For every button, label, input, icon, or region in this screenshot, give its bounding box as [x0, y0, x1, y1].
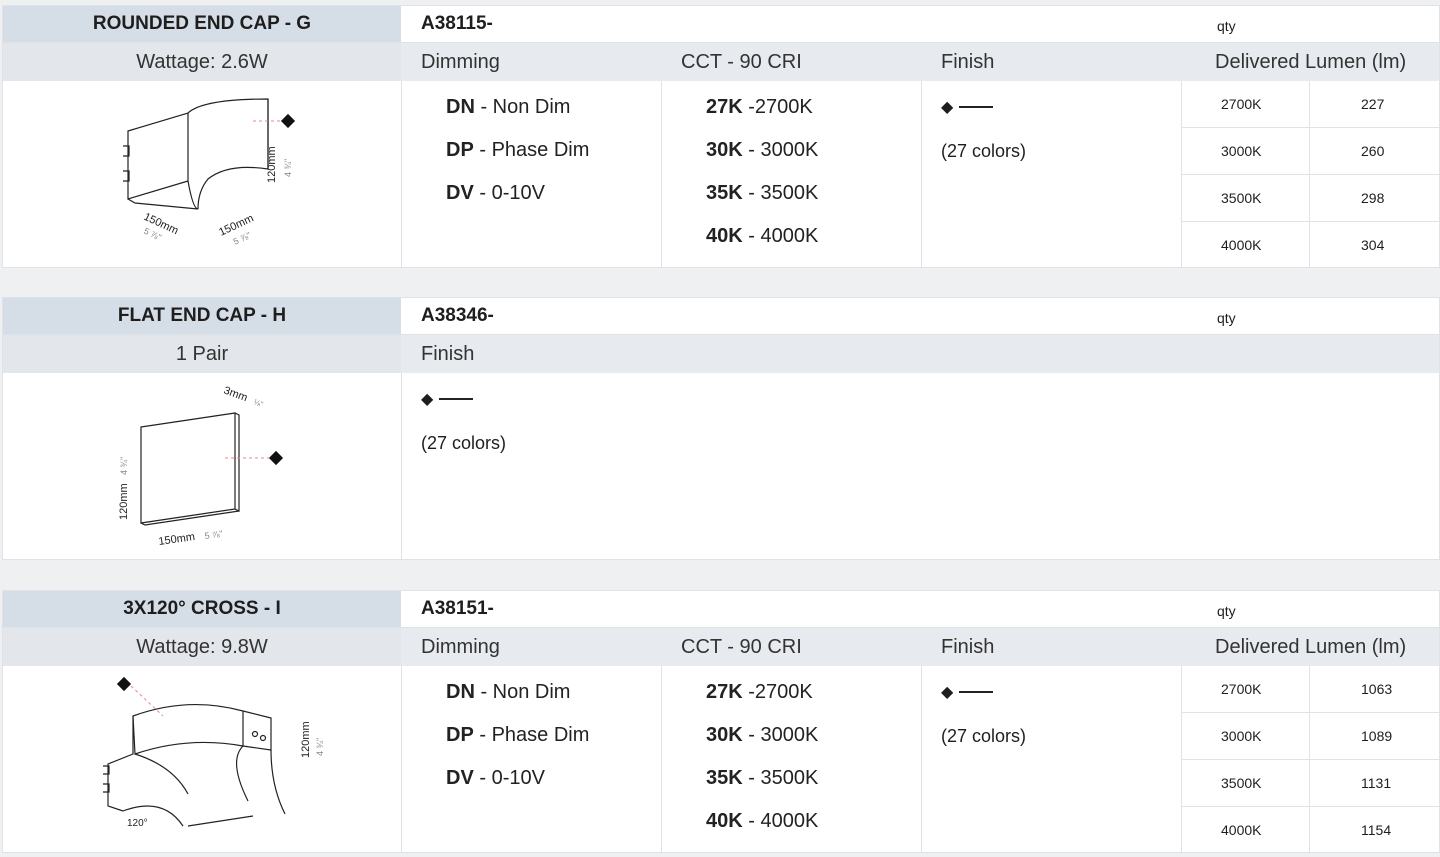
lumen-row: 2700K 227 [1181, 81, 1439, 128]
section-body: 120mm 4 ¾" 150mm 5 ⅞" 150mm 5 ⅞" DN - No… [3, 81, 1439, 268]
finish-marker-icon [280, 113, 296, 129]
diamond-icon: ◆ [941, 684, 954, 701]
height-dim-in: 4 ¾" [315, 738, 325, 756]
section-subheader: Wattage: 9.8W Dimming CCT - 90 CRI Finis… [3, 628, 1439, 666]
lumen-table: 2700K 227 3000K 260 3500K 298 4000K 304 [1181, 81, 1439, 268]
lumen-row: 3500K 298 [1181, 175, 1439, 222]
lumen-row: 3000K 1089 [1181, 713, 1439, 760]
height-dim: 120mm [266, 146, 278, 183]
finish-blank-field[interactable]: ◆ [421, 388, 474, 409]
finish-blank-field[interactable]: ◆ [941, 96, 994, 117]
lumen-header: Delivered Lumen (lm) [1215, 636, 1407, 658]
product-section-cross: 3X120° CROSS - I A38151- qty Wattage: 9.… [2, 590, 1440, 853]
thickness-dim-in: ⅛" [252, 397, 264, 409]
product-section-flat-end-cap: FLAT END CAP - H A38346- qty 1 Pair Fini… [2, 297, 1440, 560]
section-subheader: 1 Pair Finish [3, 335, 1439, 373]
cct-option-40k: 40K - 4000K [706, 810, 819, 832]
cct-header: CCT - 90 CRI [681, 636, 802, 658]
section-body: 120mm 4 ¾" 120° DN - Non Dim DP - Phase … [3, 666, 1439, 853]
lumen-table: 2700K 1063 3000K 1089 3500K 1131 4000K 1154 [1181, 666, 1439, 853]
diamond-icon: ◆ [941, 99, 954, 116]
angle-dim: 120° [127, 818, 148, 829]
section-header: FLAT END CAP - H A38346- qty [3, 298, 1439, 335]
product-name: FLAT END CAP - H [3, 298, 401, 334]
section-body: 3mm ⅛" 120mm 4 ¾" 150mm 5 ⅞" ◆ (27 color… [3, 373, 1439, 560]
lumen-row: 3500K 1131 [1181, 760, 1439, 807]
finish-marker-icon [116, 676, 132, 692]
dimming-option-dn: DN - Non Dim [446, 681, 571, 703]
qty-label: qty [1217, 603, 1236, 619]
cct-header: CCT - 90 CRI [681, 51, 802, 73]
diamond-icon: ◆ [421, 391, 434, 408]
finish-marker-icon [268, 450, 284, 466]
wattage-label: Wattage: 9.8W [3, 628, 401, 666]
qty-label: qty [1217, 18, 1236, 34]
height-dim-in: 4 ¾" [119, 457, 129, 475]
lumen-row: 3000K 260 [1181, 128, 1439, 175]
flat-end-cap-drawing: 3mm ⅛" 120mm 4 ¾" 150mm 5 ⅞" [118, 385, 284, 548]
product-section-rounded-end-cap: ROUNDED END CAP - G A38115- qty Wattage:… [2, 5, 1440, 268]
thickness-dim: 3mm [222, 385, 249, 405]
lumen-row: 4000K 304 [1181, 222, 1439, 268]
product-code: A38346- [421, 305, 494, 326]
finish-colors: (27 colors) [941, 141, 1027, 161]
finish-colors: (27 colors) [421, 433, 507, 453]
width-dim-in: 5 ⅞" [204, 529, 223, 541]
height-dim: 120mm [118, 483, 130, 520]
cct-option-27k: 27K -2700K [706, 681, 813, 703]
section-subheader: Wattage: 2.6W Dimming CCT - 90 CRI Finis… [3, 43, 1439, 81]
height-dim-in: 4 ¾" [283, 159, 293, 177]
product-code: A38151- [421, 598, 494, 619]
finish-header: Finish [941, 51, 995, 73]
qty-label: qty [1217, 310, 1236, 326]
rounded-end-cap-drawing: 120mm 4 ¾" 150mm 5 ⅞" 150mm 5 ⅞" [123, 98, 296, 247]
width-dim: 150mm [158, 531, 196, 548]
product-name: ROUNDED END CAP - G [3, 6, 401, 42]
dimming-option-dp: DP - Phase Dim [446, 724, 590, 746]
lumen-row: 4000K 1154 [1181, 807, 1439, 853]
cct-option-35k: 35K - 3500K [706, 767, 819, 789]
section-header: 3X120° CROSS - I A38151- qty [3, 591, 1439, 628]
dimming-option-dp: DP - Phase Dim [446, 139, 590, 161]
cct-option-30k: 30K - 3000K [706, 724, 819, 746]
cct-option-30k: 30K - 3000K [706, 139, 819, 161]
wattage-label: Wattage: 2.6W [3, 43, 401, 81]
finish-header: Finish [421, 343, 475, 365]
height-dim: 120mm [300, 721, 312, 758]
dimming-option-dn: DN - Non Dim [446, 96, 571, 118]
cct-option-27k: 27K -2700K [706, 96, 813, 118]
finish-blank-field[interactable]: ◆ [941, 681, 994, 702]
lumen-row: 2700K 1063 [1181, 666, 1439, 713]
dimming-header: Dimming [421, 51, 500, 73]
cct-option-40k: 40K - 4000K [706, 225, 819, 247]
section-header: ROUNDED END CAP - G A38115- qty [3, 6, 1439, 43]
finish-colors: (27 colors) [941, 726, 1027, 746]
dimming-option-dv: DV - 0-10V [446, 767, 545, 789]
finish-header: Finish [941, 636, 995, 658]
product-code: A38115- [421, 13, 493, 34]
cct-option-35k: 35K - 3500K [706, 182, 819, 204]
lumen-header: Delivered Lumen (lm) [1215, 51, 1407, 73]
product-name: 3X120° CROSS - I [3, 591, 401, 627]
dimming-option-dv: DV - 0-10V [446, 182, 545, 204]
cross-drawing: 120mm 4 ¾" 120° [103, 676, 325, 829]
pair-label: 1 Pair [3, 335, 401, 373]
dimming-header: Dimming [421, 636, 500, 658]
